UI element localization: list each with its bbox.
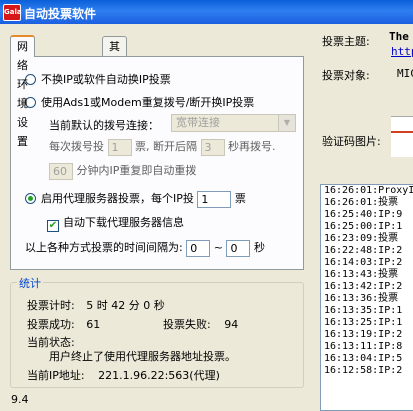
chevron-down-icon[interactable]: ▼ (278, 115, 295, 131)
title-bar: Gala 自动投票软件 (0, 0, 413, 24)
captcha-noise-line (391, 131, 413, 133)
auto-download-option[interactable]: ✔ 自动下载代理服务器信息 (47, 214, 184, 232)
captcha-image[interactable] (391, 116, 413, 157)
minutes-suffix: 分钟内IP重复即自动重拨 (76, 164, 197, 177)
ip-label: 当前IP地址: (27, 369, 85, 382)
log-list[interactable]: 16:26:01:ProxyI 16:26:01:投票 16:25:40:IP:… (320, 184, 413, 411)
minutes-input[interactable]: 60 (49, 162, 73, 180)
dial-connection-label: 当前默认的拨号连接： (49, 119, 159, 132)
ip-row: 当前IP地址: 221.1.96.22:563(代理) (27, 367, 220, 383)
redial-votes-input[interactable]: 1 (107, 138, 132, 156)
radio-proxy[interactable] (25, 193, 36, 204)
tab-network-settings[interactable]: 网络环境设置 (10, 35, 35, 148)
fail-value: 94 (224, 318, 239, 331)
auto-download-checkbox[interactable]: ✔ (47, 220, 59, 232)
interval-from-input[interactable]: 0 (186, 239, 211, 257)
interval-unit: 秒 (253, 241, 265, 254)
option-adsl-label: 使用Ads1或Modem重复拨号/断开换IP投票 (41, 96, 255, 109)
ip-value: 221.1.96.22:563(代理) (98, 369, 220, 382)
log-line: 16:13:04:IP:5 (324, 353, 403, 364)
app-icon: Gala (3, 4, 22, 21)
timer-value: 5 时 42 分 0 秒 (86, 299, 165, 312)
log-line: 16:13:19:IP:2 (324, 329, 403, 340)
log-line: 16:26:01:投票 (324, 197, 399, 208)
log-line: 16:13:43:投票 (324, 269, 399, 280)
fail-row: 投票失败: 94 (163, 316, 238, 332)
log-line: 16:13:11:IP:8 (324, 341, 403, 352)
log-line: 16:23:09:投票 (324, 233, 399, 244)
interval-row: 以上各种方式投票的时间间隔为: 0 ~ 0 秒 (25, 239, 265, 257)
option-proxy-label: 启用代理服务器投票，每个IP投 (41, 192, 194, 205)
redial-seconds-input[interactable]: 3 (200, 138, 225, 156)
tab-other-settings[interactable]: 其他设置 (102, 36, 127, 110)
version-label: 9.4 (11, 393, 29, 406)
redial-row: 每次拨号投 1 票, 断开后隔 3 秒再拨号. (49, 138, 276, 156)
dial-connection-select[interactable]: 宽带连接 ▼ (171, 114, 296, 132)
auto-download-label: 自动下载代理服务器信息 (63, 216, 184, 229)
option-proxy[interactable]: 启用代理服务器投票，每个IP投 1 票 (25, 190, 246, 208)
proxy-votes-input[interactable]: 1 (197, 190, 232, 208)
status-value: 用户终止了使用代理服务器地址投票。 (49, 350, 236, 363)
redial-mid: 票, 断开后隔 (135, 140, 197, 153)
redial-prefix: 每次拨号投 (49, 140, 104, 153)
redial-suffix: 秒再拨号. (228, 140, 276, 153)
topic-link-text[interactable]: http (391, 45, 413, 58)
topic-label: 投票主题: (322, 35, 370, 48)
timer-row: 投票计时: 5 时 42 分 0 秒 (27, 297, 165, 313)
topic-link[interactable]: http (391, 44, 413, 58)
proxy-suffix: 票 (234, 192, 246, 205)
interval-to-input[interactable]: 0 (226, 239, 251, 257)
target-label: 投票对象: (322, 69, 370, 82)
interval-separator: ~ (213, 241, 223, 254)
network-settings-panel: 不换IP或软件自动换IP投票 使用Ads1或Modem重复拨号/断开换IP投票 … (10, 56, 304, 270)
topic-value: The (389, 30, 409, 43)
log-line: 16:22:48:IP:2 (324, 245, 403, 256)
stats-group: 统计 投票计时: 5 时 42 分 0 秒 投票成功: 61 投票失败: 94 … (10, 275, 304, 388)
log-line: 16:13:35:IP:1 (324, 305, 403, 316)
interval-label: 以上各种方式投票的时间间隔为: (25, 241, 183, 254)
minutes-row: 60 分钟内IP重复即自动重拨 (49, 162, 196, 180)
window-title: 自动投票软件 (24, 7, 97, 21)
captcha-label: 验证码图片: (322, 135, 381, 148)
stats-title: 统计 (17, 275, 43, 291)
dial-connection-value: 宽带连接 (176, 116, 220, 129)
target-value: MIC (397, 67, 413, 80)
log-line: 16:26:01:ProxyI (324, 185, 413, 196)
option-no-ip-change[interactable]: 不换IP或软件自动换IP投票 (25, 71, 171, 87)
log-line: 16:12:58:IP:2 (324, 365, 403, 376)
log-line: 16:25:40:IP:9 (324, 209, 403, 220)
success-row: 投票成功: 61 (27, 316, 100, 332)
log-line: 16:13:36:投票 (324, 293, 399, 304)
success-value: 61 (86, 318, 101, 331)
success-label: 投票成功: (27, 318, 75, 331)
option-adsl[interactable]: 使用Ads1或Modem重复拨号/断开换IP投票 (25, 94, 254, 110)
fail-label: 投票失败: (163, 318, 211, 331)
option-no-ip-change-label: 不换IP或软件自动换IP投票 (41, 73, 171, 86)
timer-label: 投票计时: (27, 299, 75, 312)
log-line: 16:13:25:IP:1 (324, 317, 403, 328)
log-line: 16:14:03:IP:2 (324, 257, 403, 268)
log-line: 16:13:42:IP:2 (324, 281, 403, 292)
log-line: 16:25:00:IP:1 (324, 221, 403, 232)
